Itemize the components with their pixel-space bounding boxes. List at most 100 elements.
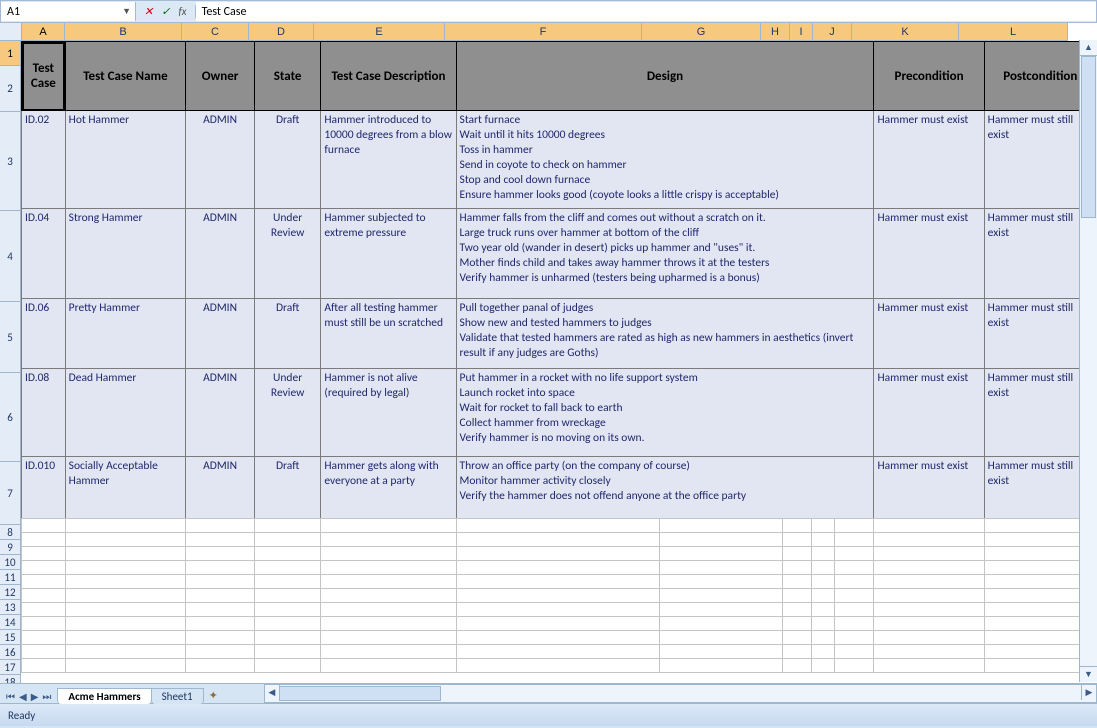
empty-cell[interactable] (321, 575, 456, 589)
col-header-B[interactable]: B (65, 23, 182, 41)
empty-cell[interactable] (321, 603, 456, 617)
empty-cell[interactable] (254, 589, 321, 603)
empty-cell[interactable] (782, 561, 811, 575)
empty-cell[interactable] (321, 589, 456, 603)
empty-cell[interactable] (456, 659, 660, 673)
formula-bar[interactable]: Test Case (196, 2, 1096, 21)
cell-description[interactable]: Hammer is not alive (required by legal) (321, 369, 456, 457)
empty-cell[interactable] (782, 659, 811, 673)
empty-cell[interactable] (456, 547, 660, 561)
cell-precondition[interactable]: Hammer must exist (874, 369, 984, 457)
cell-precondition[interactable]: Hammer must exist (874, 299, 984, 369)
cell-design[interactable]: Pull together panal of judges Show new a… (456, 299, 874, 369)
row-header-6[interactable]: 6 (0, 373, 21, 462)
empty-cell[interactable] (782, 519, 811, 533)
cell-state[interactable]: Draft (254, 457, 321, 519)
name-box-input[interactable] (5, 4, 118, 20)
empty-cell[interactable] (321, 645, 456, 659)
empty-cell[interactable] (456, 603, 660, 617)
cell-state[interactable]: Under Review (254, 209, 321, 299)
empty-cell[interactable] (874, 617, 984, 631)
empty-cell[interactable] (65, 547, 186, 561)
cell-owner[interactable]: ADMIN (186, 457, 255, 519)
empty-cell[interactable] (812, 645, 835, 659)
empty-cell[interactable] (660, 631, 783, 645)
cell-state[interactable]: Draft (254, 299, 321, 369)
empty-cell[interactable] (660, 603, 783, 617)
empty-cell[interactable] (834, 589, 874, 603)
empty-cell[interactable] (22, 659, 66, 673)
empty-cell[interactable] (874, 589, 984, 603)
empty-cell[interactable] (456, 561, 660, 575)
empty-cell[interactable] (22, 589, 66, 603)
row-header-13[interactable]: 13 (0, 600, 21, 615)
empty-cell[interactable] (782, 631, 811, 645)
cell-id[interactable]: ID.04 (22, 209, 66, 299)
cell-name[interactable]: Dead Hammer (65, 369, 186, 457)
row-header-2[interactable]: 2 (0, 66, 21, 112)
empty-cell[interactable] (660, 617, 783, 631)
empty-cell[interactable] (22, 519, 66, 533)
cell-id[interactable]: ID.02 (22, 111, 66, 209)
col-header-H[interactable]: H (761, 23, 790, 41)
cell-id[interactable]: ID.08 (22, 369, 66, 457)
empty-cell[interactable] (186, 659, 255, 673)
cell-owner[interactable]: ADMIN (186, 209, 255, 299)
empty-cell[interactable] (782, 575, 811, 589)
empty-cell[interactable] (22, 631, 66, 645)
row-header-8[interactable]: 8 (0, 525, 21, 540)
empty-cell[interactable] (65, 561, 186, 575)
cell-design[interactable]: Throw an office party (on the company of… (456, 457, 874, 519)
empty-cell[interactable] (834, 617, 874, 631)
empty-cell[interactable] (660, 533, 783, 547)
empty-cell[interactable] (874, 519, 984, 533)
empty-cell[interactable] (660, 519, 783, 533)
tab-first-icon[interactable]: ⏮ (6, 690, 15, 703)
empty-cell[interactable] (812, 519, 835, 533)
empty-cell[interactable] (186, 589, 255, 603)
row-header-14[interactable]: 14 (0, 615, 21, 630)
empty-cell[interactable] (874, 603, 984, 617)
cell-name[interactable]: Hot Hammer (65, 111, 186, 209)
empty-cell[interactable] (782, 603, 811, 617)
empty-cell[interactable] (874, 533, 984, 547)
row-header-16[interactable]: 16 (0, 645, 21, 660)
empty-cell[interactable] (254, 645, 321, 659)
row-header-9[interactable]: 9 (0, 540, 21, 555)
empty-cell[interactable] (834, 561, 874, 575)
empty-cell[interactable] (812, 617, 835, 631)
empty-cell[interactable] (660, 589, 783, 603)
empty-cell[interactable] (834, 547, 874, 561)
row-header-11[interactable]: 11 (0, 570, 21, 585)
vscroll-up-icon[interactable]: ▲ (1080, 40, 1097, 56)
cell-owner[interactable]: ADMIN (186, 369, 255, 457)
empty-cell[interactable] (812, 631, 835, 645)
col-header-L[interactable]: L (959, 23, 1068, 41)
empty-cell[interactable] (321, 533, 456, 547)
vscroll-down-icon[interactable]: ▼ (1080, 666, 1097, 682)
cell-owner[interactable]: ADMIN (186, 299, 255, 369)
hscroll-thumb[interactable] (279, 686, 441, 701)
col-header-E[interactable]: E (314, 23, 445, 41)
empty-cell[interactable] (456, 519, 660, 533)
empty-cell[interactable] (874, 659, 984, 673)
header-state[interactable]: State (254, 42, 321, 111)
row-header-10[interactable]: 10 (0, 555, 21, 570)
cell-description[interactable]: After all testing hammer must still be u… (321, 299, 456, 369)
header-test-case[interactable]: Test Case (22, 42, 66, 111)
empty-cell[interactable] (782, 533, 811, 547)
empty-cell[interactable] (834, 533, 874, 547)
empty-cell[interactable] (782, 617, 811, 631)
empty-cell[interactable] (874, 645, 984, 659)
empty-cell[interactable] (186, 533, 255, 547)
empty-cell[interactable] (65, 631, 186, 645)
empty-cell[interactable] (22, 575, 66, 589)
empty-cell[interactable] (186, 645, 255, 659)
empty-cell[interactable] (321, 617, 456, 631)
tab-prev-icon[interactable]: ◀ (19, 690, 27, 703)
empty-cell[interactable] (321, 631, 456, 645)
empty-cell[interactable] (254, 659, 321, 673)
empty-cell[interactable] (186, 617, 255, 631)
empty-cell[interactable] (254, 561, 321, 575)
row-header-15[interactable]: 15 (0, 630, 21, 645)
